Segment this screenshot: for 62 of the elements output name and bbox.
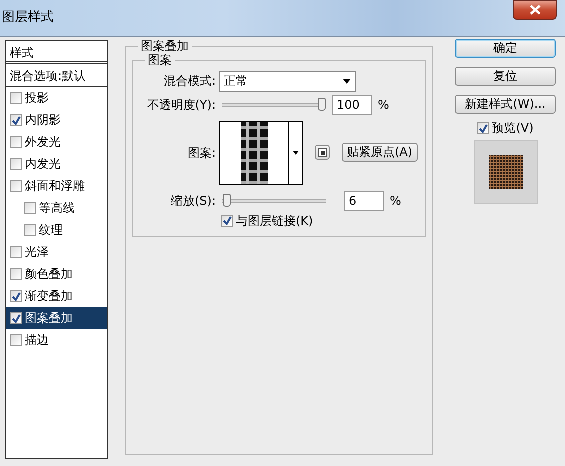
pattern-dropdown-button[interactable] bbox=[289, 120, 303, 185]
panel-header: 样式 bbox=[6, 41, 107, 64]
list-item[interactable]: 混合选项:默认 bbox=[6, 64, 107, 87]
dialog-button[interactable]: 新建样式(W)... bbox=[455, 95, 556, 114]
list-item[interactable]: 光泽 bbox=[6, 241, 107, 263]
slider-thumb[interactable] bbox=[318, 98, 326, 112]
check-icon bbox=[222, 216, 232, 226]
opacity-input[interactable]: 100 bbox=[332, 94, 372, 115]
check-icon bbox=[478, 124, 488, 132]
field-label: 不透明度(Y): bbox=[146, 96, 217, 114]
list-item[interactable]: 纹理 bbox=[6, 219, 107, 241]
check-icon bbox=[12, 292, 20, 300]
caret-icon bbox=[343, 78, 351, 84]
list-item[interactable]: 渐变叠加 bbox=[6, 285, 107, 307]
scale-input[interactable]: 6 bbox=[344, 190, 384, 211]
list-item[interactable]: 颜色叠加 bbox=[6, 263, 107, 285]
close-button[interactable] bbox=[513, 0, 557, 20]
checkbox[interactable] bbox=[10, 180, 22, 192]
checkbox-label: 与图层链接(K) bbox=[236, 212, 314, 230]
list-item[interactable]: 等高线 bbox=[6, 197, 107, 219]
list-item[interactable]: 斜面和浮雕 bbox=[6, 175, 107, 197]
dialog-button[interactable]: 复位 bbox=[455, 67, 556, 86]
list-item[interactable]: 内阴影 bbox=[6, 109, 107, 131]
list-item[interactable]: 描边 bbox=[6, 329, 107, 351]
unit-label: % bbox=[390, 192, 402, 210]
checkbox[interactable] bbox=[221, 214, 233, 227]
checkbox[interactable] bbox=[24, 202, 36, 214]
blend-mode-dropdown[interactable]: 正常 bbox=[219, 70, 356, 92]
new-preset-icon bbox=[318, 148, 327, 158]
list-item[interactable]: 外发光 bbox=[6, 131, 107, 153]
field-label: 图案: bbox=[186, 144, 217, 162]
list-item[interactable]: 投影 bbox=[6, 87, 107, 109]
check-icon bbox=[12, 314, 20, 322]
field-label: 混合模式: bbox=[162, 73, 217, 90]
checkbox[interactable] bbox=[10, 92, 22, 104]
checkbox[interactable] bbox=[477, 122, 490, 134]
window-title: 图层样式 bbox=[1, 9, 54, 28]
checkbox[interactable] bbox=[10, 158, 22, 170]
close-icon bbox=[530, 5, 540, 15]
checkbox[interactable] bbox=[10, 268, 22, 280]
slider-thumb[interactable] bbox=[222, 194, 231, 208]
checkbox-label: 预览(V) bbox=[492, 120, 534, 137]
list-item[interactable]: 内发光 bbox=[6, 153, 107, 175]
snap-to-origin-button[interactable]: 贴紧原点(A) bbox=[342, 143, 418, 162]
preview-thumbnail bbox=[488, 155, 522, 189]
checkbox[interactable] bbox=[10, 136, 22, 148]
group-title: 图案叠加 bbox=[140, 39, 190, 54]
group-title: 图案 bbox=[147, 53, 173, 68]
pattern-thumbnail[interactable] bbox=[240, 122, 268, 184]
checkbox[interactable] bbox=[10, 114, 22, 126]
field-label: 缩放(S): bbox=[170, 192, 217, 210]
checkbox[interactable] bbox=[10, 290, 22, 302]
unit-label: % bbox=[378, 96, 390, 114]
checkbox[interactable] bbox=[10, 334, 22, 346]
new-preset-button[interactable] bbox=[315, 145, 330, 160]
checkbox[interactable] bbox=[24, 224, 36, 236]
list-item[interactable]: 图案叠加 bbox=[6, 307, 107, 329]
checkbox[interactable] bbox=[10, 312, 22, 324]
caret-icon bbox=[292, 150, 298, 155]
dialog-button[interactable]: 确定 bbox=[455, 39, 556, 58]
check-icon bbox=[12, 116, 20, 124]
checkbox[interactable] bbox=[10, 246, 22, 258]
